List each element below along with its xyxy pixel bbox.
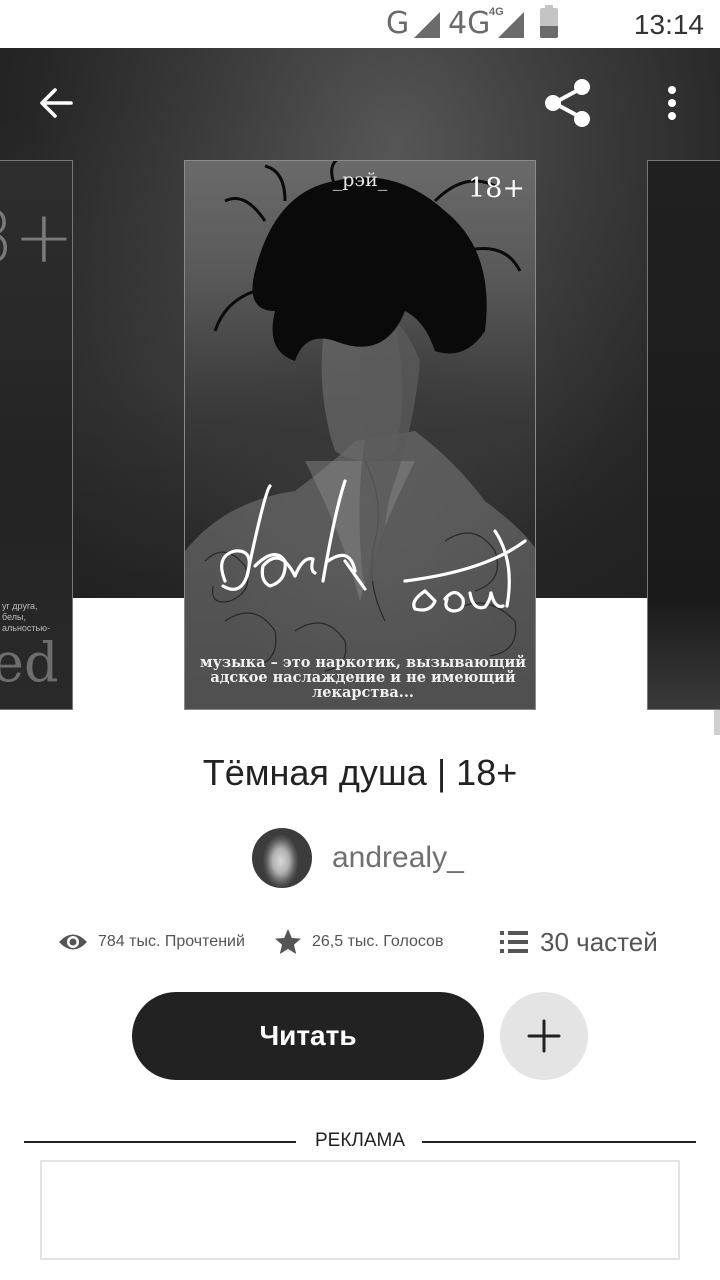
list-icon [500, 931, 528, 953]
author-link[interactable]: andrealy_ [252, 826, 464, 890]
eye-icon [59, 934, 87, 950]
network-4g-label: 4G [448, 6, 491, 41]
parts-stat: 30 частей [500, 922, 658, 962]
cover-tagline: музыка – это наркотик, вызывающий адское… [200, 654, 526, 701]
plus-icon [527, 1019, 561, 1053]
cover-age-rating: 18+ [468, 173, 525, 204]
network-g-label: G [386, 6, 410, 41]
battery-icon [540, 5, 558, 38]
ad-divider: РЕКЛАМА [24, 1130, 696, 1154]
left-cover-script: ed [0, 631, 59, 694]
more-vertical-icon [668, 86, 676, 120]
add-to-library-button[interactable] [500, 992, 588, 1080]
signal-icon [414, 12, 440, 38]
left-cover-small-text: уг друга, белы, альностью- [2, 601, 50, 633]
votes-count: 26,5 тыс. Голосов [312, 933, 444, 950]
previous-story-cover[interactable]: 8+ уг друга, белы, альностью- ed [0, 160, 73, 710]
share-icon [545, 79, 590, 127]
arrow-left-icon [40, 88, 73, 118]
left-cover-text: 8+ [0, 195, 73, 279]
parts-count: 30 частей [540, 926, 658, 957]
story-stats: 784 тыс. Прочтений 26,5 тыс. Голосов 30 … [0, 922, 720, 962]
next-story-cover[interactable] [647, 160, 720, 710]
cover-artwork [185, 161, 535, 709]
read-button[interactable]: Читать [132, 992, 484, 1080]
author-name: andrealy_ [332, 841, 464, 874]
back-button[interactable] [26, 48, 86, 158]
signal-icon-2 [498, 12, 524, 38]
reads-count: 784 тыс. Прочтений [98, 933, 245, 950]
more-options-button[interactable] [642, 48, 702, 158]
ad-banner[interactable] [40, 1160, 680, 1260]
book-title: Тёмная душа | 18+ [202, 752, 518, 793]
clock: 13:14 [633, 9, 704, 40]
star-icon [275, 929, 301, 954]
reads-stat: 784 тыс. Прочтений [58, 922, 245, 962]
avatar [252, 828, 312, 888]
votes-stat: 26,5 тыс. Голосов [274, 922, 443, 962]
share-button[interactable] [538, 48, 598, 158]
divider-line-right [422, 1141, 696, 1143]
status-bar: G 4G 4G 13:14 [0, 0, 720, 48]
book-cover[interactable]: _рэй_ 18+ музыка – это наркотик, вызываю… [184, 160, 536, 710]
